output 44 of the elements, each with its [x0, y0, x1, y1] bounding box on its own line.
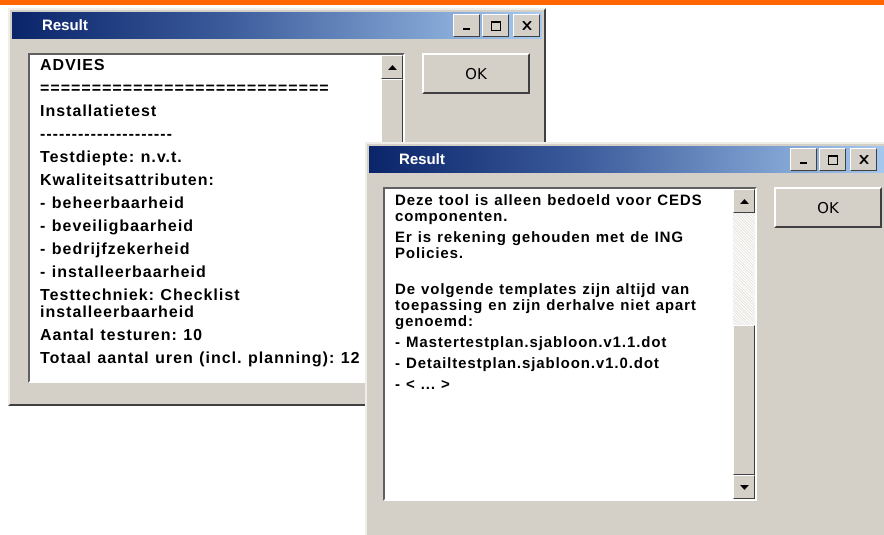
close-icon [858, 155, 868, 164]
result-line: - beheerbaarheid [40, 195, 186, 212]
scroll-up-button[interactable] [381, 55, 403, 79]
result-line: --------------------- [40, 126, 174, 143]
result-line: Deze tool is alleen bedoeld voor CEDS componenten. [395, 193, 704, 225]
result-line: - < ... > [395, 377, 452, 393]
maximize-icon [490, 20, 500, 30]
up-arrow-icon [388, 64, 396, 70]
result-line: ============================ [40, 80, 331, 97]
down-arrow-icon [740, 484, 748, 490]
maximize-button[interactable] [482, 14, 509, 37]
result-line: Kwaliteitsattributen: [40, 172, 216, 189]
result-line: - bedrijfzekerheid [40, 241, 192, 258]
ok-button[interactable]: OK [774, 187, 882, 228]
maximize-button[interactable] [819, 148, 846, 171]
result-line: - Detailtestplan.sjabloon.v1.0.dot [395, 356, 661, 372]
up-arrow-icon [740, 198, 748, 204]
result-line: De volgende templates zijn altijd van toepassing en zijn derhalve niet apart genoemd: [395, 282, 698, 330]
minimize-icon [800, 162, 807, 164]
ok-button[interactable]: OK [422, 53, 530, 94]
result-line: ADVIES [40, 57, 107, 74]
window-title: Result [399, 151, 445, 168]
minimize-button[interactable] [453, 14, 480, 37]
scrollbar[interactable] [733, 189, 755, 499]
result-line: - Mastertestplan.sjabloon.v1.1.dot [395, 335, 668, 351]
maximize-icon [828, 154, 838, 164]
scrollbar-thumb[interactable] [733, 325, 755, 475]
close-icon [522, 21, 532, 30]
close-button[interactable] [850, 148, 877, 171]
result-line: Testdiepte: n.v.t. [40, 149, 184, 166]
result-line: Testtechniek: Checklist installeerbaarheid [40, 287, 242, 321]
scroll-up-button[interactable] [733, 189, 755, 213]
minimize-button[interactable] [790, 148, 817, 171]
result-line: - beveiligbaarheid [40, 218, 196, 235]
minimize-icon [463, 28, 470, 30]
result-line: Er is rekening gehouden met de ING Policies. [395, 230, 685, 262]
text-area[interactable] [383, 187, 757, 501]
result-line: Aantal testuren: 10 [40, 327, 204, 344]
result-line: - installeerbaarheid [40, 264, 208, 281]
scroll-down-button[interactable] [733, 475, 755, 499]
result-line: Installatietest [40, 103, 158, 120]
result-line: Totaal aantal uren (incl. planning): 12 [40, 350, 362, 367]
close-button[interactable] [513, 14, 540, 37]
window-title: Result [42, 17, 88, 34]
